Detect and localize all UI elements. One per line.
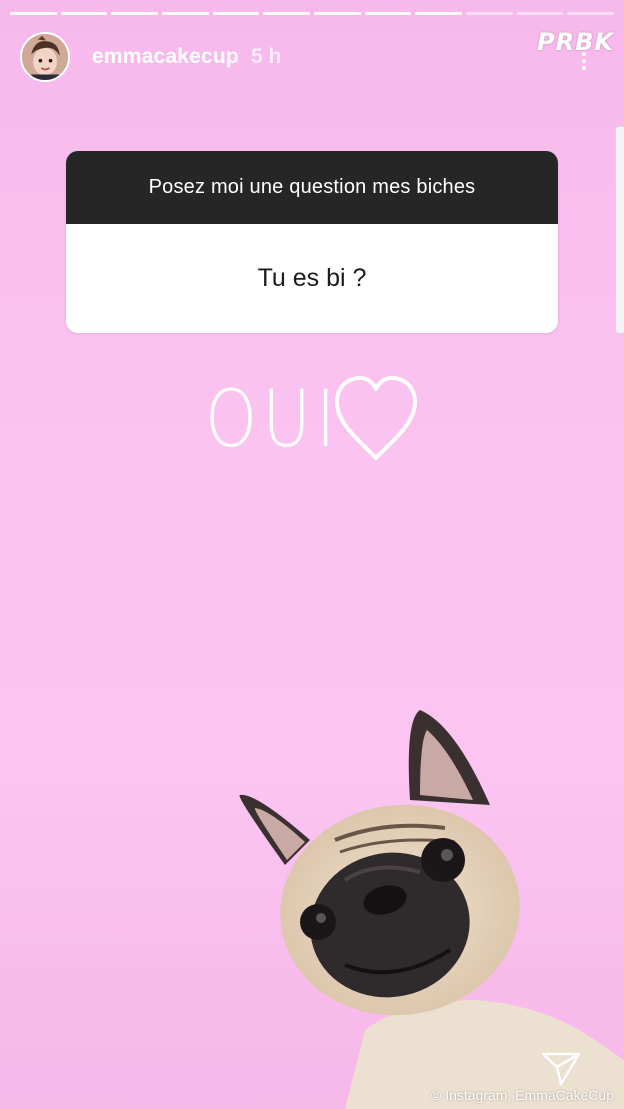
story-header: emmacakecup 5 h	[20, 30, 281, 84]
pug-photo	[239, 710, 624, 1109]
next-story-edge[interactable]	[615, 126, 624, 334]
story-progress-segment	[567, 12, 615, 15]
story-progress-segment	[10, 12, 57, 15]
send-icon[interactable]	[540, 1050, 582, 1088]
username[interactable]: emmacakecup	[92, 45, 239, 69]
question-prompt: Posez moi une question mes biches	[66, 151, 558, 224]
story-progress-segment	[314, 12, 361, 15]
story-progress-segment	[364, 12, 412, 15]
story-progress-segment	[212, 12, 260, 15]
story-progress-segment	[415, 12, 463, 15]
story-progress-segment	[466, 12, 513, 15]
answer-text: OUI	[205, 375, 341, 465]
more-options-icon[interactable]	[580, 52, 588, 70]
story-progress-segment	[162, 12, 209, 15]
question-sticker: Posez moi une question mes biches Tu es …	[66, 151, 558, 333]
question-text: Tu es bi ?	[257, 264, 367, 292]
story-progress-segment	[263, 12, 311, 15]
heart-outline-icon	[335, 376, 417, 460]
story-viewer[interactable]: emmacakecup 5 h PRBK Posez moi une quest…	[0, 0, 624, 1109]
story-progress-segment	[60, 12, 108, 15]
photo-credit: © Instagram, EmmaCakeCup	[430, 1087, 614, 1103]
story-progress-bar	[10, 12, 615, 16]
watermark-logo: PRBK	[537, 28, 614, 56]
story-progress-segment	[516, 12, 564, 15]
story-progress-segment	[111, 12, 159, 15]
answer-caption: OUI	[205, 370, 417, 470]
avatar[interactable]	[20, 32, 70, 82]
post-time: 5 h	[250, 45, 282, 68]
